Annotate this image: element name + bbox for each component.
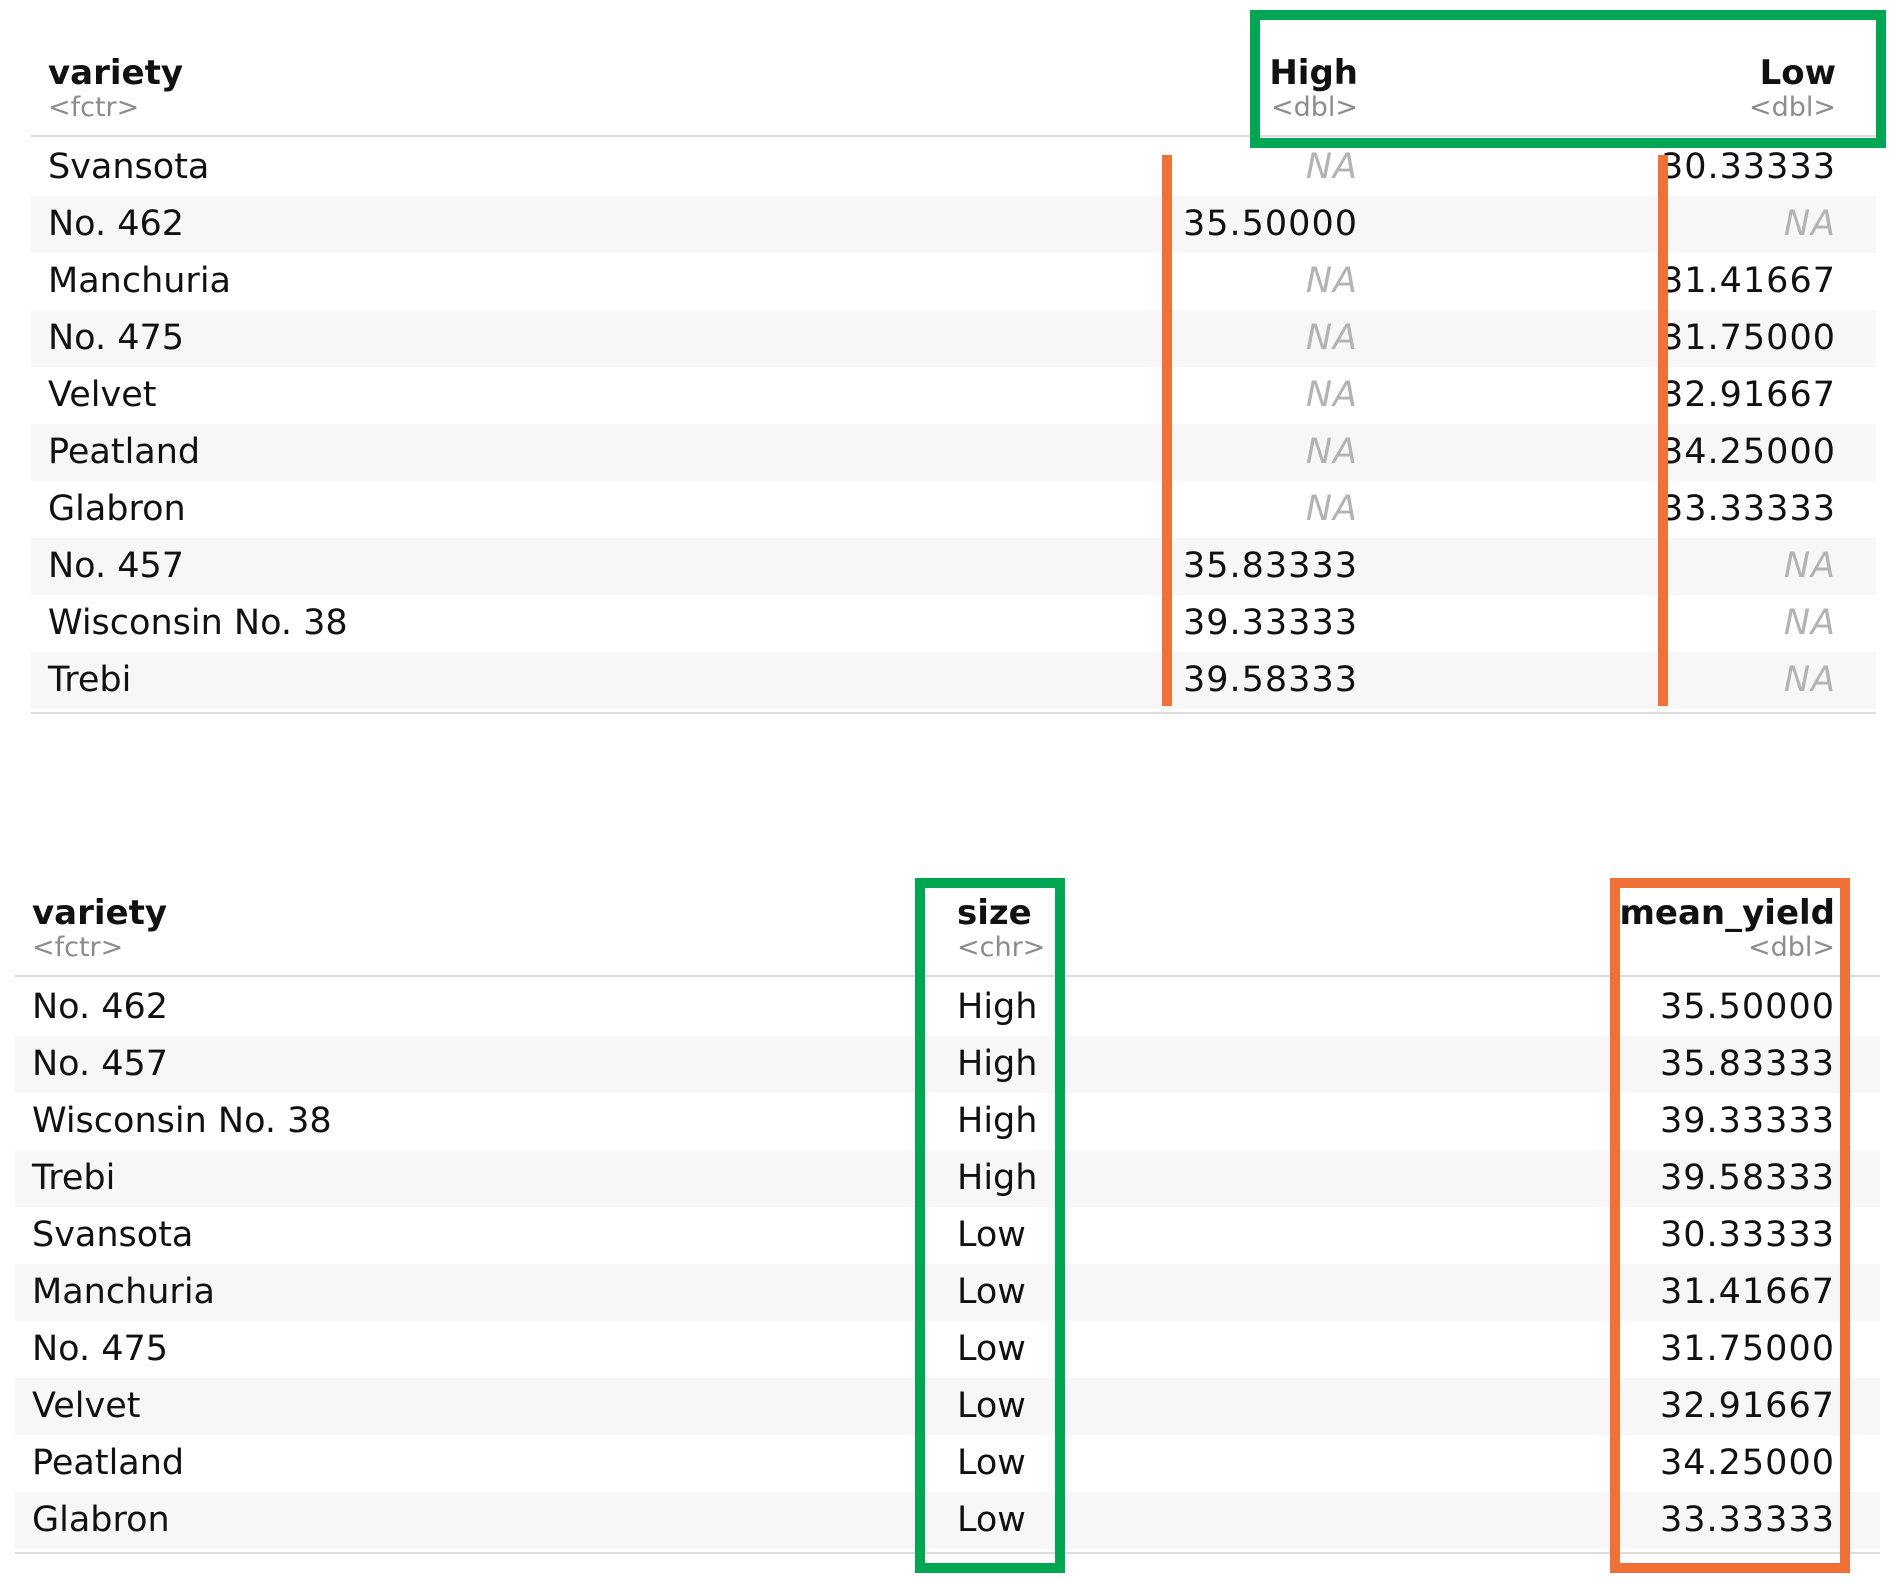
cell-high: NA bbox=[1305, 432, 1358, 472]
table-row: No. 475 NA 31.75000 bbox=[31, 310, 1876, 367]
column-type-mean-yield: <dbl> bbox=[1747, 932, 1835, 963]
column-header-high: High bbox=[1269, 53, 1358, 93]
table-row: No. 462 High 35.50000 bbox=[15, 979, 1880, 1036]
header-divider bbox=[31, 135, 1876, 137]
table-row: Manchuria Low 31.41667 bbox=[15, 1264, 1880, 1321]
column-type-high: <dbl> bbox=[1270, 92, 1358, 123]
cell-mean-yield: 39.33333 bbox=[1659, 1101, 1835, 1141]
cell-size: Low bbox=[957, 1386, 1026, 1426]
column-header-mean-yield: mean_yield bbox=[1619, 893, 1835, 933]
cell-high: NA bbox=[1305, 261, 1358, 301]
cell-high: 35.83333 bbox=[1182, 546, 1358, 586]
column-type-variety: <fctr> bbox=[48, 92, 140, 123]
table-row: Svansota NA 30.33333 bbox=[31, 139, 1876, 196]
cell-mean-yield: 30.33333 bbox=[1659, 1215, 1835, 1255]
column-type-low: <dbl> bbox=[1748, 92, 1836, 123]
table-bottom-divider bbox=[31, 712, 1876, 714]
table-row: Wisconsin No. 38 39.33333 NA bbox=[31, 595, 1876, 652]
cell-variety: No. 475 bbox=[32, 1329, 169, 1369]
cell-size: Low bbox=[957, 1215, 1026, 1255]
table-row: Wisconsin No. 38 High 39.33333 bbox=[15, 1093, 1880, 1150]
column-header-size: size bbox=[957, 893, 1032, 933]
cell-low: 30.33333 bbox=[1660, 147, 1836, 187]
column-type-size: <chr> bbox=[957, 932, 1046, 963]
cell-variety: No. 457 bbox=[32, 1044, 169, 1084]
cell-variety: Trebi bbox=[32, 1158, 116, 1198]
table-row: No. 457 35.83333 NA bbox=[31, 538, 1876, 595]
cell-variety: Glabron bbox=[32, 1500, 170, 1540]
cell-mean-yield: 32.91667 bbox=[1659, 1386, 1835, 1426]
cell-variety: Manchuria bbox=[32, 1272, 215, 1312]
table-row: Glabron Low 33.33333 bbox=[15, 1492, 1880, 1549]
table-row: Svansota Low 30.33333 bbox=[15, 1207, 1880, 1264]
cell-size: Low bbox=[957, 1329, 1026, 1369]
cell-variety: Peatland bbox=[32, 1443, 185, 1483]
column-header-variety: variety bbox=[32, 893, 168, 933]
table-row: Glabron NA 33.33333 bbox=[31, 481, 1876, 538]
table-row: Peatland NA 34.25000 bbox=[31, 424, 1876, 481]
cell-size: Low bbox=[957, 1272, 1026, 1312]
cell-mean-yield: 35.83333 bbox=[1659, 1044, 1835, 1084]
cell-variety: Velvet bbox=[48, 375, 157, 415]
cell-low: 33.33333 bbox=[1660, 489, 1836, 529]
column-header-low: Low bbox=[1759, 53, 1836, 93]
table-row: Peatland Low 34.25000 bbox=[15, 1435, 1880, 1492]
header-divider bbox=[15, 975, 1880, 977]
cell-mean-yield: 33.33333 bbox=[1659, 1500, 1835, 1540]
cell-size: Low bbox=[957, 1443, 1026, 1483]
cell-low: NA bbox=[1783, 603, 1836, 643]
cell-high: NA bbox=[1305, 489, 1358, 529]
column-type-variety: <fctr> bbox=[32, 932, 124, 963]
cell-size: Low bbox=[957, 1500, 1026, 1540]
table-row: No. 475 Low 31.75000 bbox=[15, 1321, 1880, 1378]
cell-variety: No. 475 bbox=[48, 318, 185, 358]
cell-variety: Glabron bbox=[48, 489, 186, 529]
cell-high: 39.58333 bbox=[1182, 660, 1358, 700]
cell-variety: Wisconsin No. 38 bbox=[32, 1101, 332, 1141]
cell-high: NA bbox=[1305, 318, 1358, 358]
cell-size: High bbox=[957, 1101, 1038, 1141]
table-row: Trebi 39.58333 NA bbox=[31, 652, 1876, 709]
cell-low: 31.41667 bbox=[1660, 261, 1836, 301]
cell-mean-yield: 35.50000 bbox=[1659, 987, 1835, 1027]
cell-size: High bbox=[957, 1044, 1038, 1084]
table-bottom-divider bbox=[15, 1552, 1880, 1554]
table-row: Velvet Low 32.91667 bbox=[15, 1378, 1880, 1435]
wide-table: variety <fctr> High <dbl> Low <dbl> Svan… bbox=[31, 0, 1876, 720]
cell-mean-yield: 31.41667 bbox=[1659, 1272, 1835, 1312]
cell-variety: Velvet bbox=[32, 1386, 141, 1426]
cell-high: 35.50000 bbox=[1182, 204, 1358, 244]
table-row: Manchuria NA 31.41667 bbox=[31, 253, 1876, 310]
cell-variety: Svansota bbox=[32, 1215, 194, 1255]
table-row: No. 462 35.50000 NA bbox=[31, 196, 1876, 253]
table-row: No. 457 High 35.83333 bbox=[15, 1036, 1880, 1093]
cell-low: 31.75000 bbox=[1660, 318, 1836, 358]
cell-mean-yield: 31.75000 bbox=[1659, 1329, 1835, 1369]
cell-size: High bbox=[957, 1158, 1038, 1198]
cell-low: NA bbox=[1783, 660, 1836, 700]
cell-variety: No. 457 bbox=[48, 546, 185, 586]
cell-high: NA bbox=[1305, 147, 1358, 187]
cell-variety: No. 462 bbox=[48, 204, 185, 244]
cell-mean-yield: 39.58333 bbox=[1659, 1158, 1835, 1198]
cell-low: 34.25000 bbox=[1660, 432, 1836, 472]
column-header-variety: variety bbox=[48, 53, 184, 93]
cell-high: NA bbox=[1305, 375, 1358, 415]
cell-variety: Svansota bbox=[48, 147, 210, 187]
cell-size: High bbox=[957, 987, 1038, 1027]
table-row: Trebi High 39.58333 bbox=[15, 1150, 1880, 1207]
long-table: variety <fctr> size <chr> mean_yield <db… bbox=[15, 840, 1880, 1580]
cell-mean-yield: 34.25000 bbox=[1659, 1443, 1835, 1483]
cell-variety: Manchuria bbox=[48, 261, 231, 301]
table-row: Velvet NA 32.91667 bbox=[31, 367, 1876, 424]
cell-low: 32.91667 bbox=[1660, 375, 1836, 415]
cell-low: NA bbox=[1783, 546, 1836, 586]
cell-variety: Wisconsin No. 38 bbox=[48, 603, 348, 643]
cell-low: NA bbox=[1783, 204, 1836, 244]
cell-variety: No. 462 bbox=[32, 987, 169, 1027]
cell-high: 39.33333 bbox=[1182, 603, 1358, 643]
cell-variety: Trebi bbox=[48, 660, 132, 700]
cell-variety: Peatland bbox=[48, 432, 201, 472]
